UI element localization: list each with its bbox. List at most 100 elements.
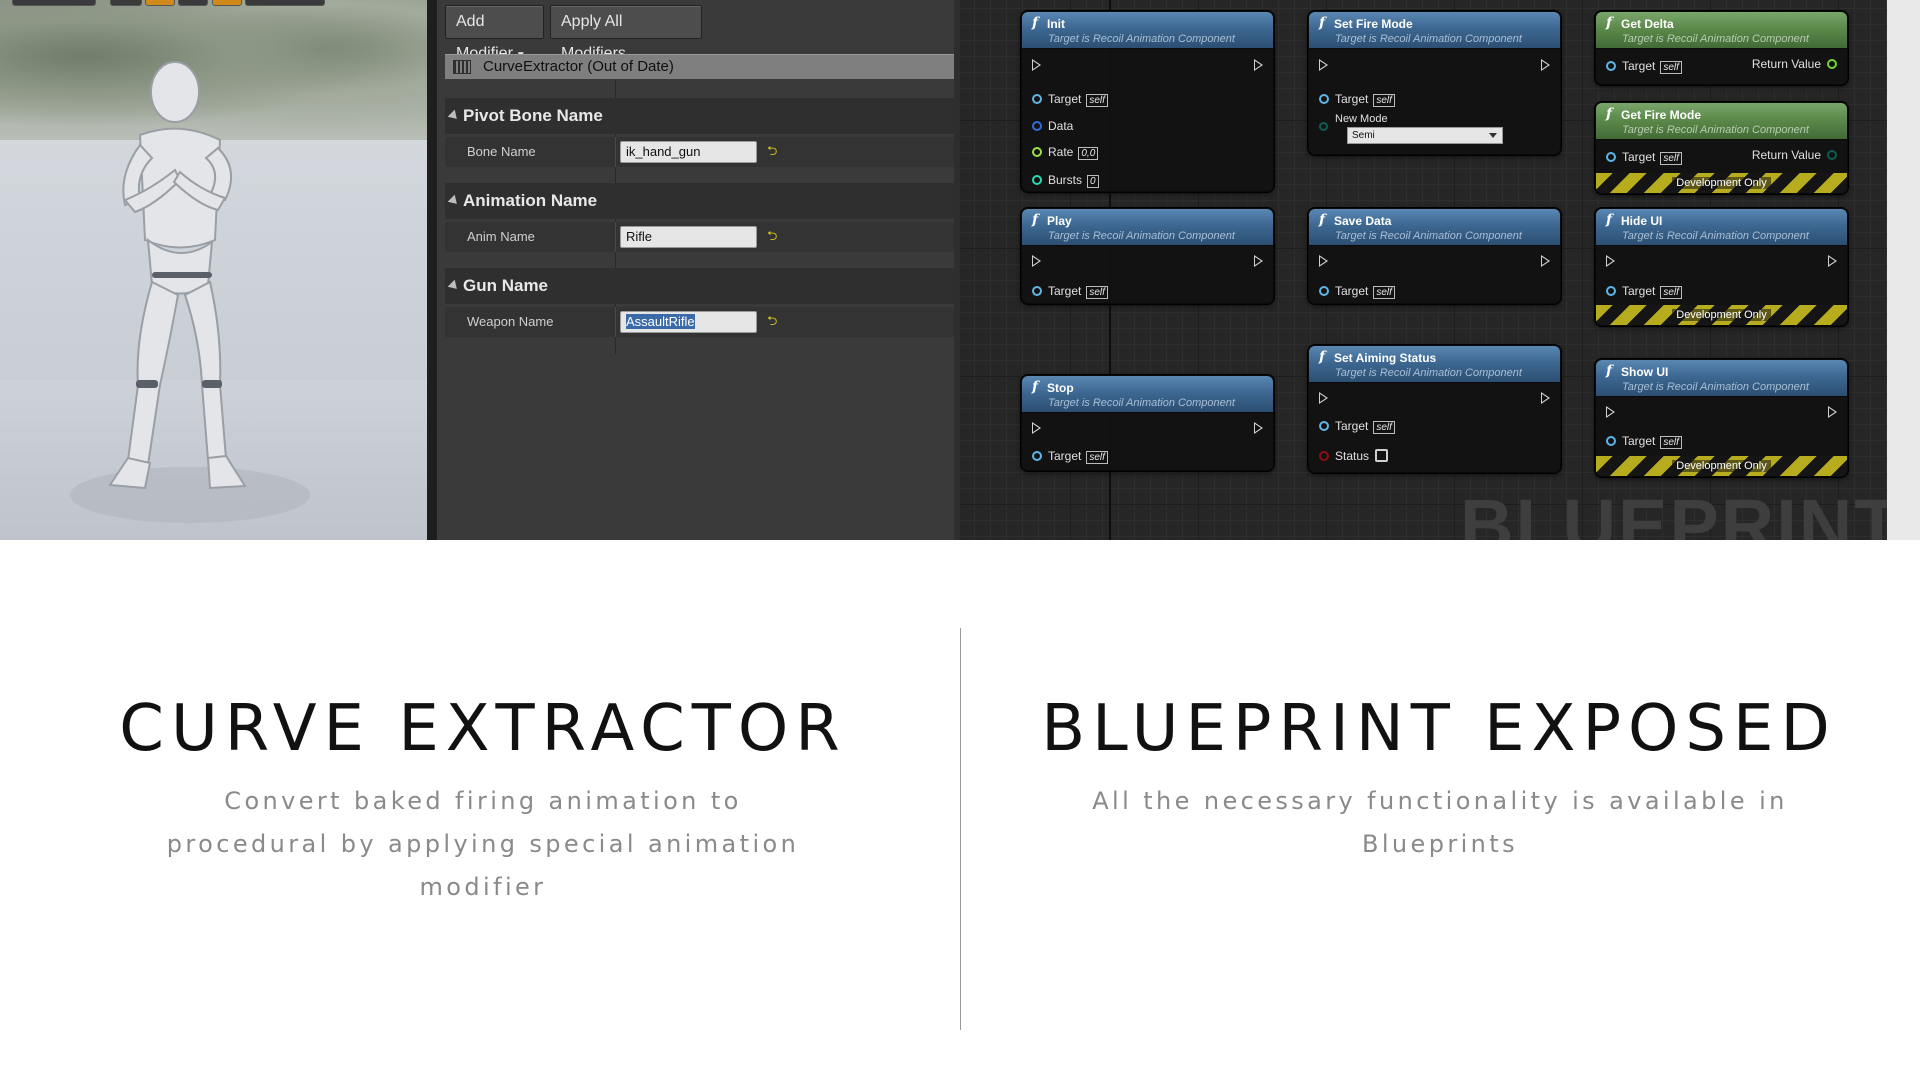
exec-in-pin-icon[interactable] xyxy=(1032,59,1041,71)
viewport-toolbar-button[interactable] xyxy=(178,0,208,6)
viewport-toolbar-button[interactable] xyxy=(12,0,96,6)
node-stop[interactable]: f Stop Target is Recoil Animation Compon… xyxy=(1021,375,1274,471)
target-pin[interactable]: Target self xyxy=(1032,92,1108,107)
description-line: Convert baked firing animation to xyxy=(224,787,742,815)
pin-label: Target xyxy=(1335,92,1369,106)
status-checkbox[interactable] xyxy=(1375,449,1389,462)
target-pin[interactable]: Target self xyxy=(1319,92,1395,107)
property-label: Anim Name xyxy=(467,229,535,244)
apply-all-modifiers-button[interactable]: Apply All Modifiers xyxy=(550,5,702,62)
development-only-banner: Development Only xyxy=(1596,305,1847,325)
pin-label: Target xyxy=(1622,434,1656,448)
viewport-toolbar-button-active[interactable] xyxy=(212,0,242,6)
modifier-header[interactable]: CurveExtractor (Out of Date) xyxy=(445,54,954,79)
int-pin-icon xyxy=(1032,175,1042,185)
node-title: Get Fire Mode xyxy=(1621,108,1702,122)
function-icon: f xyxy=(1606,212,1613,228)
new-mode-dropdown[interactable]: Semi xyxy=(1347,127,1503,144)
node-subtitle: Target is Recoil Animation Component xyxy=(1622,33,1809,45)
exec-out-pin-icon[interactable] xyxy=(1254,59,1263,71)
node-init[interactable]: f Init Target is Recoil Animation Compon… xyxy=(1021,11,1274,192)
function-icon: f xyxy=(1032,212,1039,228)
category-animation-name[interactable]: Animation Name xyxy=(445,183,954,219)
exec-in-pin-icon[interactable] xyxy=(1319,59,1328,71)
exec-out-pin-icon[interactable] xyxy=(1254,255,1263,267)
function-icon: f xyxy=(1606,15,1613,31)
target-pin[interactable]: Target self xyxy=(1606,434,1682,449)
node-title: Set Aiming Status xyxy=(1334,351,1437,365)
enum-pin-icon xyxy=(1319,122,1328,131)
self-default: self xyxy=(1086,286,1108,299)
viewport-toolbar-button[interactable] xyxy=(110,0,142,6)
rate-default[interactable]: 0,0 xyxy=(1078,147,1099,160)
rate-pin[interactable]: Rate 0,0 xyxy=(1032,145,1099,160)
node-hide-ui[interactable]: f Hide UI Target is Recoil Animation Com… xyxy=(1595,208,1848,326)
exec-out-pin-icon[interactable] xyxy=(1828,406,1837,418)
exec-in-pin-icon[interactable] xyxy=(1319,255,1328,267)
graph-right-edge xyxy=(1887,0,1920,540)
target-pin[interactable]: Target self xyxy=(1032,449,1108,464)
exec-out-pin-icon[interactable] xyxy=(1541,255,1550,267)
target-pin[interactable]: Target self xyxy=(1319,284,1395,299)
node-title: Save Data xyxy=(1334,214,1392,228)
target-pin[interactable]: Target self xyxy=(1606,150,1682,165)
pin-label: Target xyxy=(1622,59,1656,73)
node-header: f Stop Target is Recoil Animation Compon… xyxy=(1022,376,1273,413)
node-set-fire-mode[interactable]: f Set Fire Mode Target is Recoil Animati… xyxy=(1308,11,1561,155)
bone-name-field[interactable]: ik_hand_gun xyxy=(620,141,757,163)
node-get-delta[interactable]: f Get Delta Target is Recoil Animation C… xyxy=(1595,11,1848,85)
status-pin[interactable]: Status xyxy=(1319,449,1389,463)
bursts-pin[interactable]: Bursts 0 xyxy=(1032,173,1099,188)
return-value-pin[interactable]: Return Value xyxy=(1752,57,1837,71)
property-row-weapon-name: Weapon Name AssaultRifle ⮌ xyxy=(445,307,954,337)
exec-out-pin-icon[interactable] xyxy=(1541,59,1550,71)
object-pin-icon xyxy=(1606,152,1616,162)
data-pin[interactable]: Data xyxy=(1032,119,1073,133)
weapon-name-field[interactable]: AssaultRifle xyxy=(620,311,757,333)
exec-out-pin-icon[interactable] xyxy=(1828,255,1837,267)
node-get-fire-mode[interactable]: f Get Fire Mode Target is Recoil Animati… xyxy=(1595,102,1848,194)
reset-to-default-icon[interactable]: ⮌ xyxy=(767,314,781,328)
viewport-toolbar-button[interactable] xyxy=(245,0,325,6)
node-save-data[interactable]: f Save Data Target is Recoil Animation C… xyxy=(1308,208,1561,304)
description-line: Blueprints xyxy=(1361,830,1518,858)
exec-in-pin-icon[interactable] xyxy=(1032,255,1041,267)
bursts-default[interactable]: 0 xyxy=(1087,175,1099,188)
target-pin[interactable]: Target self xyxy=(1606,59,1682,74)
category-gun-name[interactable]: Gun Name xyxy=(445,268,954,304)
new-mode-pin[interactable] xyxy=(1319,119,1334,133)
return-value-pin[interactable]: Return Value xyxy=(1752,148,1837,162)
pin-label: Target xyxy=(1048,284,1082,298)
node-title: Get Delta xyxy=(1621,17,1674,31)
target-pin[interactable]: Target self xyxy=(1606,284,1682,299)
description-line: procedural by applying special animation xyxy=(166,830,800,858)
blueprint-watermark: BLUEPRINT xyxy=(1460,484,1887,541)
anim-name-field[interactable]: Rifle xyxy=(620,226,757,248)
exec-out-pin-icon[interactable] xyxy=(1541,392,1550,404)
node-title: Hide UI xyxy=(1621,214,1663,228)
target-pin[interactable]: Target self xyxy=(1032,284,1108,299)
node-show-ui[interactable]: f Show UI Target is Recoil Animation Com… xyxy=(1595,359,1848,477)
target-pin[interactable]: Target self xyxy=(1319,419,1395,434)
category-pivot-bone-name[interactable]: Pivot Bone Name xyxy=(445,98,954,134)
reset-to-default-icon[interactable]: ⮌ xyxy=(767,144,781,158)
node-play[interactable]: f Play Target is Recoil Animation Compon… xyxy=(1021,208,1274,304)
exec-in-pin-icon[interactable] xyxy=(1319,392,1328,404)
node-subtitle: Target is Recoil Animation Component xyxy=(1335,367,1522,379)
dropdown-value: Semi xyxy=(1352,130,1375,141)
add-modifier-button[interactable]: Add Modifier▼ xyxy=(445,5,544,62)
blueprint-graph[interactable]: f Init Target is Recoil Animation Compon… xyxy=(960,0,1887,540)
exec-out-pin-icon[interactable] xyxy=(1254,422,1263,434)
node-set-aiming-status[interactable]: f Set Aiming Status Target is Recoil Ani… xyxy=(1308,345,1561,473)
animation-viewport[interactable] xyxy=(0,0,427,540)
struct-pin-icon xyxy=(1032,121,1042,131)
panel-divider[interactable] xyxy=(427,0,437,540)
viewport-toolbar-button-active[interactable] xyxy=(145,0,175,6)
reset-to-default-icon[interactable]: ⮌ xyxy=(767,229,781,243)
pin-label: Target xyxy=(1048,449,1082,463)
exec-in-pin-icon[interactable] xyxy=(1606,255,1615,267)
exec-in-pin-icon[interactable] xyxy=(1606,406,1615,418)
node-title: Stop xyxy=(1047,381,1074,395)
exec-in-pin-icon[interactable] xyxy=(1032,422,1041,434)
node-header: f Get Delta Target is Recoil Animation C… xyxy=(1596,12,1847,49)
